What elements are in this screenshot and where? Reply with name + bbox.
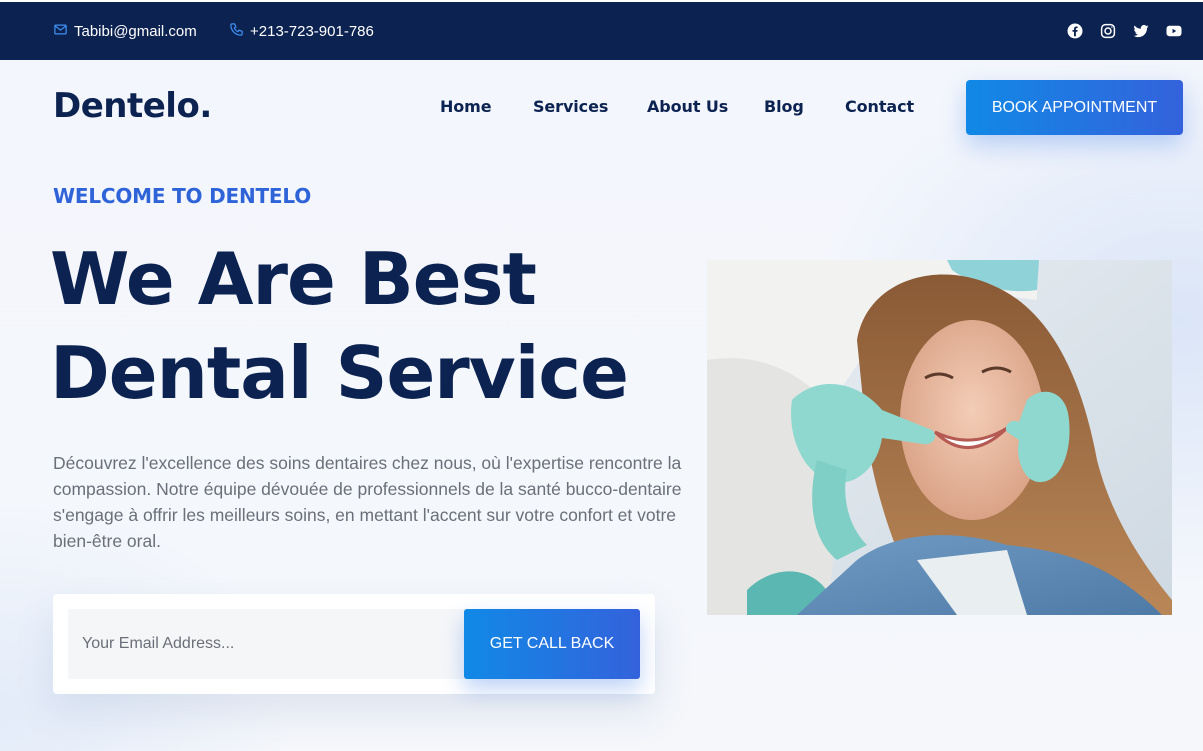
mail-icon (53, 22, 68, 41)
book-appointment-button[interactable]: BOOK APPOINTMENT (966, 80, 1183, 135)
hero-photo (707, 260, 1172, 615)
hero-title: We Are Best Dental Service (50, 232, 690, 420)
hero-title-line-1: We Are Best (50, 237, 537, 321)
nav-services[interactable]: Services (533, 97, 608, 116)
email-input[interactable] (68, 609, 468, 679)
hero-title-line-2: Dental Service (50, 331, 629, 415)
nav-about-us[interactable]: About Us (647, 97, 728, 116)
nav-contact[interactable]: Contact (845, 97, 914, 116)
email-text: Tabibi@gmail.com (74, 22, 197, 40)
phone-icon (229, 22, 244, 41)
phone-contact[interactable]: +213-723-901-786 (229, 2, 374, 60)
hero-eyebrow: WELCOME TO DENTELO (53, 184, 312, 208)
top-bar: Tabibi@gmail.com +213-723-901-786 (0, 2, 1203, 60)
nav-blog[interactable]: Blog (764, 97, 804, 116)
phone-text: +213-723-901-786 (250, 22, 374, 40)
social-links (1066, 2, 1183, 60)
facebook-icon[interactable] (1066, 22, 1084, 40)
twitter-icon[interactable] (1132, 22, 1150, 40)
nav-home[interactable]: Home (440, 97, 492, 116)
youtube-icon[interactable] (1165, 22, 1183, 40)
hero-description: Découvrez l'excellence des soins dentair… (53, 453, 682, 551)
email-contact[interactable]: Tabibi@gmail.com (53, 2, 197, 60)
get-call-back-button[interactable]: GET CALL BACK (464, 609, 640, 679)
instagram-icon[interactable] (1099, 22, 1117, 40)
